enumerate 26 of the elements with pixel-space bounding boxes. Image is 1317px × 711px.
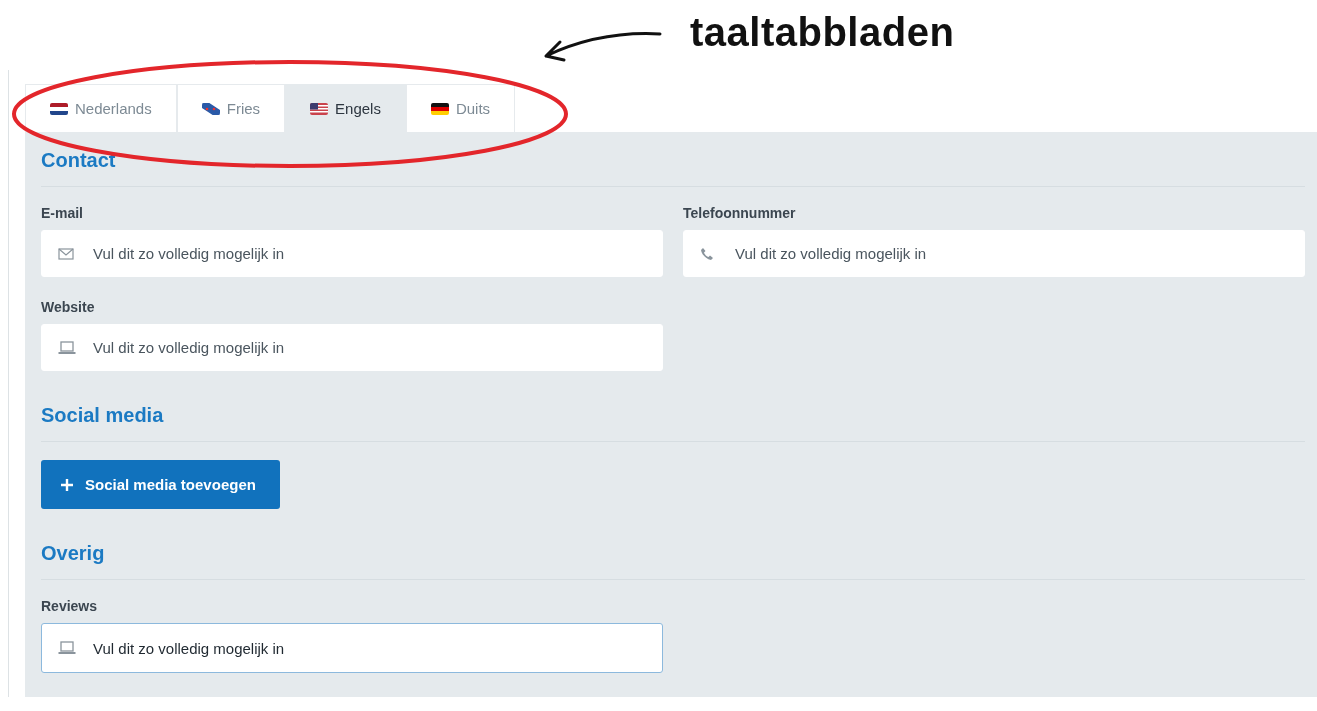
phone-icon bbox=[700, 246, 714, 261]
field-label: Telefoonnummer bbox=[683, 205, 797, 221]
language-tab[interactable]: Nederlands bbox=[25, 84, 177, 132]
section-heading: Contact bbox=[41, 148, 117, 172]
section-heading: Social media bbox=[41, 403, 165, 427]
envelope-icon bbox=[58, 247, 74, 260]
language-tab[interactable]: Engels bbox=[285, 84, 406, 132]
section-heading: Overig bbox=[41, 541, 106, 565]
input-field[interactable]: Vul dit zo volledig mogelijk in bbox=[41, 324, 663, 371]
flag-icon bbox=[201, 102, 220, 115]
input-field[interactable]: Vul dit zo volledig mogelijk in bbox=[41, 230, 663, 277]
annotation-text: taaltabbladen bbox=[690, 10, 955, 55]
field-label: Website bbox=[41, 299, 96, 315]
flag-icon bbox=[310, 102, 329, 115]
input-field[interactable]: Vul dit zo volledig mogelijk in bbox=[41, 623, 663, 673]
laptop-icon bbox=[58, 340, 76, 355]
language-tab[interactable]: Fries bbox=[176, 84, 286, 132]
input-field[interactable]: Vul dit zo volledig mogelijk in bbox=[683, 230, 1305, 277]
laptop-icon bbox=[58, 641, 76, 655]
language-tab[interactable]: Duits bbox=[405, 84, 516, 132]
field-label: Reviews bbox=[41, 598, 99, 614]
plus-icon bbox=[61, 478, 73, 491]
flag-icon bbox=[430, 102, 449, 115]
flag-icon bbox=[50, 102, 68, 115]
add-button[interactable]: Social media toevoegen bbox=[41, 460, 280, 509]
field-label: E-mail bbox=[41, 205, 84, 221]
